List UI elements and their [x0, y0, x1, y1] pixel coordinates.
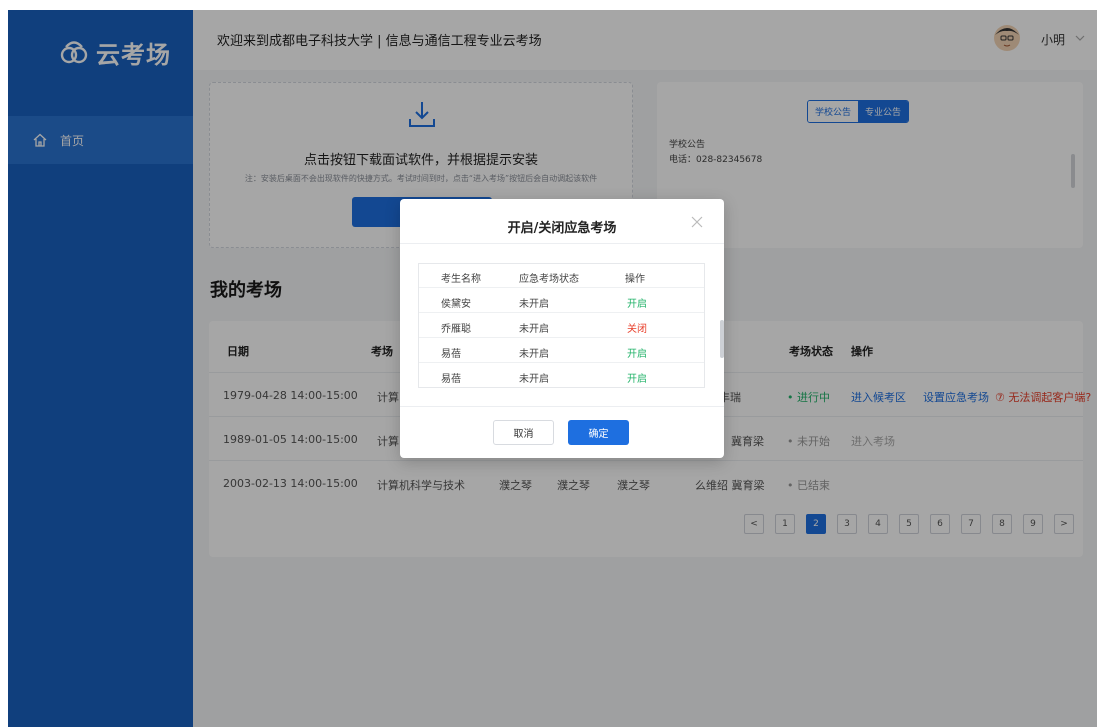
list-item: 易蓓 未开启 开启: [419, 364, 704, 387]
list-item: 易蓓 未开启 开启: [419, 339, 704, 363]
cancel-button[interactable]: 取消: [493, 420, 554, 445]
divider: [400, 243, 724, 244]
confirm-button[interactable]: 确定: [568, 420, 629, 445]
student-name: 易蓓: [441, 374, 461, 385]
list-item: 乔雁聪 未开启 关闭: [419, 314, 704, 338]
close-icon[interactable]: [690, 215, 704, 229]
divider: [400, 406, 724, 407]
student-name: 乔雁聪: [441, 324, 471, 335]
student-state: 未开启: [519, 324, 549, 335]
student-name: 易蓓: [441, 349, 461, 360]
emergency-room-dialog: 开启/关闭应急考场 考生名称 应急考场状态 操作 侯黛安 未开启 开启 乔雁聪 …: [400, 199, 724, 458]
close-button[interactable]: 关闭: [627, 320, 647, 335]
open-button[interactable]: 开启: [627, 295, 647, 310]
open-button[interactable]: 开启: [627, 370, 647, 385]
dialog-scrollbar[interactable]: [720, 320, 724, 358]
column-header-name: 考生名称: [441, 274, 481, 285]
column-header-action: 操作: [625, 274, 645, 285]
open-button[interactable]: 开启: [627, 345, 647, 360]
column-header-state: 应急考场状态: [519, 274, 579, 285]
student-table: 考生名称 应急考场状态 操作 侯黛安 未开启 开启 乔雁聪 未开启 关闭 易蓓 …: [418, 263, 705, 388]
dialog-title: 开启/关闭应急考场: [507, 221, 617, 236]
student-state: 未开启: [519, 299, 549, 310]
student-name: 侯黛安: [441, 299, 471, 310]
list-item: 侯黛安 未开启 开启: [419, 289, 704, 313]
student-state: 未开启: [519, 349, 549, 360]
student-table-header: 考生名称 应急考场状态 操作: [419, 264, 704, 288]
student-state: 未开启: [519, 374, 549, 385]
